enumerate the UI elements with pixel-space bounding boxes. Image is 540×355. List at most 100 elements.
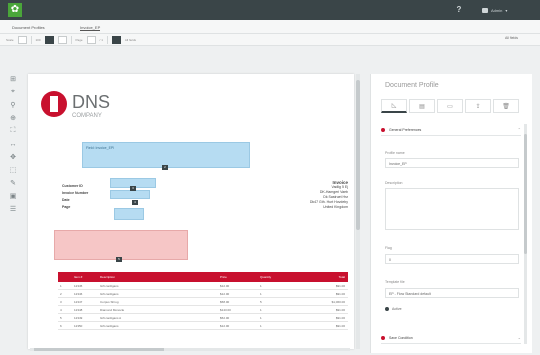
edit-icon[interactable]: ✎ <box>8 178 18 188</box>
table-cell: 1 <box>260 283 262 288</box>
panel-title: Document Profile <box>385 82 439 89</box>
select-rect-icon[interactable]: ⬚ <box>8 165 18 175</box>
label-invoice-number: Invoice Number <box>62 191 89 195</box>
breadcrumb-item-document-profiles[interactable]: Document Profiles <box>12 24 45 31</box>
line-icon[interactable]: ↔ <box>8 139 18 149</box>
section-label: General Preferences <box>389 127 422 132</box>
grid-icon[interactable]: ⊞ <box>8 74 18 84</box>
invoice-number-region[interactable] <box>110 190 150 199</box>
supplier-address: Invoice Vadlig 5 Ej DK-Hamgeri Vaeb Dk S… <box>268 180 348 210</box>
table-cell: Gift cardigans <box>100 323 119 328</box>
flag-input[interactable]: 0 <box>385 254 519 264</box>
scrollbar-thumb[interactable] <box>356 80 360 230</box>
panel-scrollbar[interactable] <box>524 124 527 344</box>
table-row: 6 12350 Gift cardigans $12.00 1 $91.00 <box>58 322 348 330</box>
line-items-table: Item # Description Price Quantity Total … <box>58 272 348 330</box>
breadcrumb-item-current[interactable]: Invoice_EP <box>80 24 101 31</box>
scale-select[interactable] <box>17 35 27 44</box>
description-textarea[interactable] <box>385 188 519 230</box>
table-cell: $12.00 <box>220 291 230 296</box>
help-button[interactable]: ? <box>454 4 464 16</box>
table-body: 1 12345 Gift cardigans $12.00 1 $91.00 2 12346 G… <box>58 282 348 330</box>
table-header-cell: Item # <box>74 275 83 279</box>
chevron-up-icon: ⌃ <box>517 127 521 132</box>
active-label: Active <box>392 307 402 311</box>
table-cell: 1 <box>260 323 262 328</box>
zoom-label: 100 <box>35 37 41 42</box>
image-icon[interactable]: ▣ <box>8 191 18 201</box>
profile-name-label: Profile name <box>385 151 405 155</box>
toolbar-action-link[interactable]: All fields <box>505 36 518 40</box>
toolbar-divider <box>106 35 108 44</box>
canvas-horizontal-scrollbar[interactable] <box>30 348 350 351</box>
move-icon[interactable]: ✥ <box>8 152 18 162</box>
table-cell: $91.00 <box>335 323 345 328</box>
tab-export-icon[interactable]: ⇪ <box>465 99 491 113</box>
table-header-cell: Total <box>338 275 345 279</box>
tab-general-icon[interactable]: ◺ <box>381 99 407 113</box>
user-menu[interactable]: Admin ▾ <box>482 6 507 14</box>
table-cell: $12.00 <box>220 323 230 328</box>
table-cell: 12347 <box>74 299 83 304</box>
company-name: DNS <box>72 92 110 112</box>
tab-delete-icon[interactable]: 🗑 <box>493 99 519 113</box>
section-general-preferences[interactable]: General Preferences ⌃ <box>381 124 521 136</box>
label-customer-id: Customer ID <box>62 184 83 188</box>
tab-monitor-icon[interactable]: ▭ <box>437 99 463 113</box>
table-cell: Gift cardigans <box>100 283 119 288</box>
scrollbar-thumb[interactable] <box>524 134 527 254</box>
zoom-button[interactable] <box>44 35 54 44</box>
table-cell: 1 <box>260 307 262 312</box>
field-marker[interactable]: 5 <box>116 257 122 262</box>
page-region[interactable] <box>114 208 144 220</box>
description-label: Description <box>385 181 403 185</box>
table-cell: Gift cardigans A <box>100 315 122 320</box>
scale-label: Scale <box>6 37 14 42</box>
field-marker[interactable]: 4 <box>132 200 138 205</box>
table-cell: 6 <box>60 323 62 328</box>
fit-icon[interactable]: ⛶ <box>8 126 18 136</box>
table-cell: 12349 <box>74 315 83 320</box>
app-logo-icon[interactable]: ✿ <box>8 3 22 17</box>
pin-icon[interactable]: ⌖ <box>8 87 18 97</box>
radio-icon <box>385 307 389 311</box>
zoom-in-icon[interactable]: ⊕ <box>8 113 18 123</box>
document-toolbar: Scale 100 Page / 1 All fields All fields <box>0 34 540 46</box>
zoom-input[interactable] <box>57 35 67 44</box>
chevron-down-icon: ▾ <box>505 7 508 13</box>
active-toggle[interactable]: Active <box>385 307 402 311</box>
profile-name-input[interactable]: Invoice_EP <box>385 158 519 168</box>
section-save-condition[interactable]: Save Condition ⌄ <box>381 332 521 344</box>
table-header-cell: Price <box>220 275 227 279</box>
list-icon[interactable]: ☰ <box>8 204 18 214</box>
field-marker[interactable]: 3 <box>130 186 136 191</box>
tab-fields-icon[interactable]: ▤ <box>409 99 435 113</box>
scrollbar-thumb[interactable] <box>34 348 164 351</box>
fields-toggle-button[interactable] <box>111 35 121 44</box>
table-cell: 5 <box>260 299 262 304</box>
label-date: Date <box>62 198 70 202</box>
template-select[interactable]: EP - Flow Standard default <box>385 288 519 298</box>
table-header-cell: Quantity <box>260 275 272 279</box>
document-canvas[interactable]: DNS COMPANY Field: Invoice_EPI 2 Custome… <box>28 74 354 349</box>
table-cell: 1 <box>260 291 262 296</box>
table-header-cell: Description <box>100 275 116 279</box>
fields-label: All fields <box>124 37 137 42</box>
supplier-line: United Kingdom <box>323 205 348 209</box>
table-header: Item # Description Price Quantity Total <box>58 272 348 282</box>
breadcrumb: Document Profiles Invoice_EP <box>0 20 540 34</box>
table-cell: $143.00 <box>220 307 231 312</box>
page-input[interactable] <box>86 35 96 44</box>
page-label: Page <box>75 37 83 42</box>
flag-label: Flag <box>385 246 392 250</box>
section-icon <box>381 127 385 132</box>
table-cell: 12346 <box>74 291 83 296</box>
canvas-vertical-scrollbar[interactable] <box>356 74 360 349</box>
field-marker[interactable]: 2 <box>162 165 168 170</box>
table-cell: 1 <box>60 283 62 288</box>
search-icon[interactable]: ⚲ <box>8 100 18 110</box>
table-cell: $91.00 <box>335 291 345 296</box>
amount-region[interactable] <box>54 230 188 260</box>
table-cell: $58.00 <box>220 299 230 304</box>
label-page: Page <box>62 205 71 209</box>
